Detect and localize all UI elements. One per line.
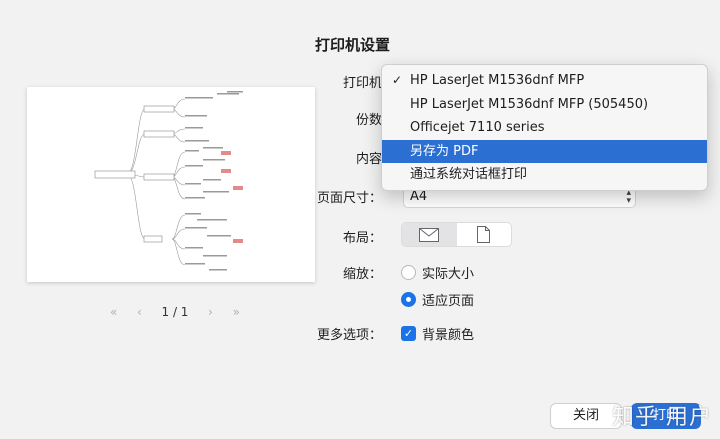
menu-item-save-as-pdf[interactable]: 另存为 PDF <box>382 139 707 163</box>
printer-label: 打印机 <box>342 76 382 91</box>
copies-label: 份数 <box>355 113 382 128</box>
watermark-text: 知乎 用户 <box>612 405 712 430</box>
prev-page-icon[interactable]: ‹ <box>137 305 142 319</box>
landscape-icon <box>419 227 440 242</box>
last-page-icon[interactable]: » <box>233 305 240 319</box>
mind-map-thumbnail <box>94 91 243 271</box>
scale-fit-page-label: 适应页面 <box>422 294 475 309</box>
background-colors-option[interactable]: ✓ 背景颜色 <box>401 324 474 343</box>
layout-segmented-control[interactable] <box>401 222 512 247</box>
scale-fit-page-option[interactable]: 适应页面 <box>401 290 474 309</box>
menu-item-hp-laserjet-505450[interactable]: HP LaserJet M1536dnf MFP (505450) <box>382 93 707 117</box>
checkmark-icon: ✓ <box>392 73 403 87</box>
portrait-icon <box>477 226 491 243</box>
background-colors-checkbox[interactable]: ✓ <box>401 326 416 341</box>
menu-item-label: HP LaserJet M1536dnf MFP (505450) <box>410 96 649 112</box>
menu-item-label: Officejet 7110 series <box>410 120 545 135</box>
background-colors-label: 背景颜色 <box>422 328 475 343</box>
first-page-icon[interactable]: « <box>110 305 117 319</box>
radio-fit-page[interactable] <box>401 292 416 307</box>
layout-label: 布局： <box>342 231 382 246</box>
menu-item-officejet[interactable]: Officejet 7110 series <box>382 116 707 140</box>
menu-item-label: 通过系统对话框打印 <box>410 167 528 182</box>
radio-actual-size[interactable] <box>401 265 416 280</box>
menu-item-label: 另存为 PDF <box>410 143 479 159</box>
chevron-updown-icon: ▴ ▾ <box>626 188 631 206</box>
scale-actual-size-option[interactable]: 实际大小 <box>401 263 474 282</box>
page-navigator: « ‹ 1 / 1 › » <box>110 303 240 321</box>
next-page-icon[interactable]: › <box>208 305 213 319</box>
printer-dropdown-menu: ✓ HP LaserJet M1536dnf MFP HP LaserJet M… <box>381 64 708 191</box>
page-count: 1 / 1 <box>161 305 189 319</box>
menu-item-label: HP LaserJet M1536dnf MFP <box>410 73 585 88</box>
scale-label: 缩放： <box>342 267 382 282</box>
menu-item-system-dialog[interactable]: 通过系统对话框打印 <box>382 163 707 187</box>
menu-item-hp-laserjet[interactable]: ✓ HP LaserJet M1536dnf MFP <box>382 69 707 93</box>
content-label: 内容 <box>355 152 382 167</box>
layout-portrait-option[interactable] <box>457 223 512 246</box>
more-options-label: 更多选项： <box>316 328 382 343</box>
print-preview <box>27 87 315 282</box>
scale-actual-size-label: 实际大小 <box>422 267 475 282</box>
paper-size-label: 页面尺寸： <box>316 191 382 206</box>
layout-landscape-option[interactable] <box>402 223 457 246</box>
paper-size-value: A4 <box>410 189 428 204</box>
